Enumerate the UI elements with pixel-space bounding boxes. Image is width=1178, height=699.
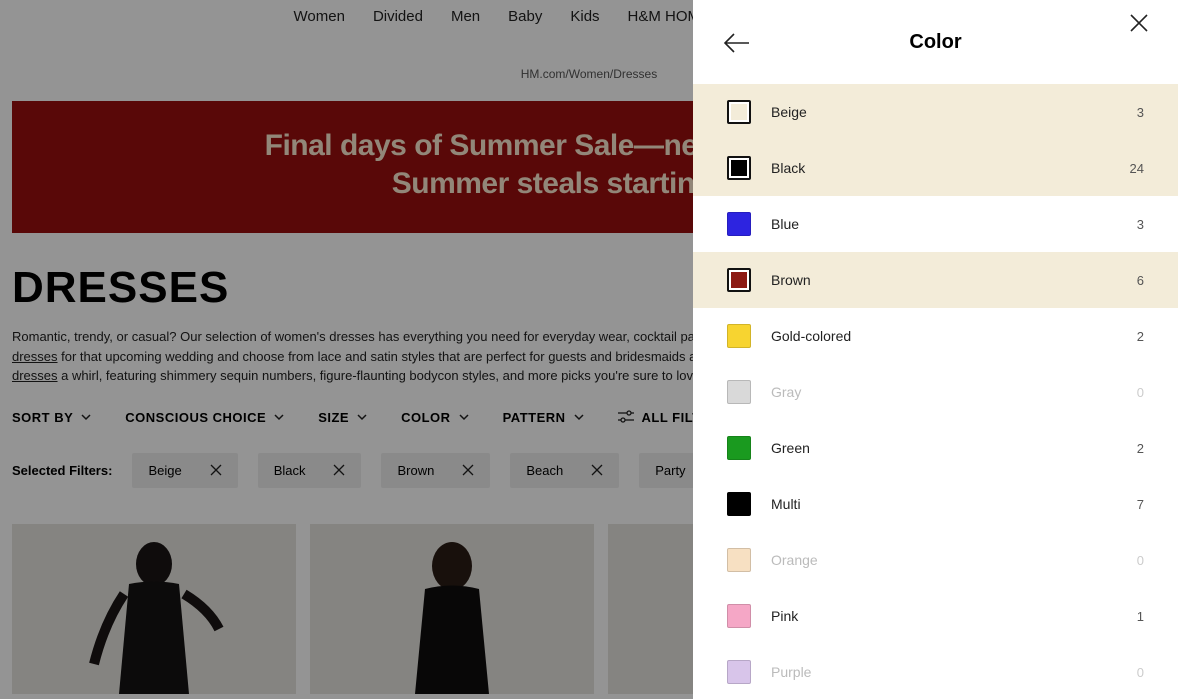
color-filter-panel: Color Beige3Black24Blue3Brown6Gold-color… bbox=[693, 0, 1178, 699]
color-name: Gold-colored bbox=[771, 328, 1137, 344]
color-name: Pink bbox=[771, 608, 1137, 624]
color-option-purple: Purple0 bbox=[693, 644, 1178, 699]
color-swatch bbox=[727, 212, 751, 236]
color-option-green[interactable]: Green2 bbox=[693, 420, 1178, 476]
color-swatch bbox=[727, 548, 751, 572]
color-name: Multi bbox=[771, 496, 1137, 512]
color-swatch bbox=[727, 660, 751, 684]
color-swatch bbox=[727, 268, 751, 292]
color-option-blue[interactable]: Blue3 bbox=[693, 196, 1178, 252]
color-name: Green bbox=[771, 440, 1137, 456]
color-option-brown[interactable]: Brown6 bbox=[693, 252, 1178, 308]
close-icon[interactable] bbox=[1130, 14, 1148, 32]
color-swatch bbox=[727, 380, 751, 404]
color-count: 7 bbox=[1137, 497, 1144, 512]
color-count: 2 bbox=[1137, 329, 1144, 344]
back-arrow-icon[interactable] bbox=[723, 32, 749, 54]
color-count: 0 bbox=[1137, 385, 1144, 400]
color-count: 0 bbox=[1137, 665, 1144, 680]
color-option-beige[interactable]: Beige3 bbox=[693, 84, 1178, 140]
color-name: Gray bbox=[771, 384, 1137, 400]
panel-title: Color bbox=[909, 31, 961, 54]
color-option-multi[interactable]: Multi7 bbox=[693, 476, 1178, 532]
color-name: Orange bbox=[771, 552, 1137, 568]
color-swatch bbox=[727, 324, 751, 348]
color-count: 24 bbox=[1130, 161, 1144, 176]
color-name: Brown bbox=[771, 272, 1137, 288]
panel-header: Color bbox=[693, 0, 1178, 84]
color-swatch bbox=[727, 100, 751, 124]
color-swatch bbox=[727, 156, 751, 180]
color-name: Blue bbox=[771, 216, 1137, 232]
color-swatch bbox=[727, 492, 751, 516]
color-option-orange: Orange0 bbox=[693, 532, 1178, 588]
color-option-gray: Gray0 bbox=[693, 364, 1178, 420]
color-count: 3 bbox=[1137, 105, 1144, 120]
color-swatch bbox=[727, 604, 751, 628]
color-name: Black bbox=[771, 160, 1130, 176]
color-name: Purple bbox=[771, 664, 1137, 680]
color-swatch bbox=[727, 436, 751, 460]
color-count: 2 bbox=[1137, 441, 1144, 456]
color-option-gold-colored[interactable]: Gold-colored2 bbox=[693, 308, 1178, 364]
color-name: Beige bbox=[771, 104, 1137, 120]
color-options-list[interactable]: Beige3Black24Blue3Brown6Gold-colored2Gra… bbox=[693, 84, 1178, 699]
color-count: 6 bbox=[1137, 273, 1144, 288]
color-count: 0 bbox=[1137, 553, 1144, 568]
color-option-black[interactable]: Black24 bbox=[693, 140, 1178, 196]
color-count: 3 bbox=[1137, 217, 1144, 232]
color-count: 1 bbox=[1137, 609, 1144, 624]
color-option-pink[interactable]: Pink1 bbox=[693, 588, 1178, 644]
